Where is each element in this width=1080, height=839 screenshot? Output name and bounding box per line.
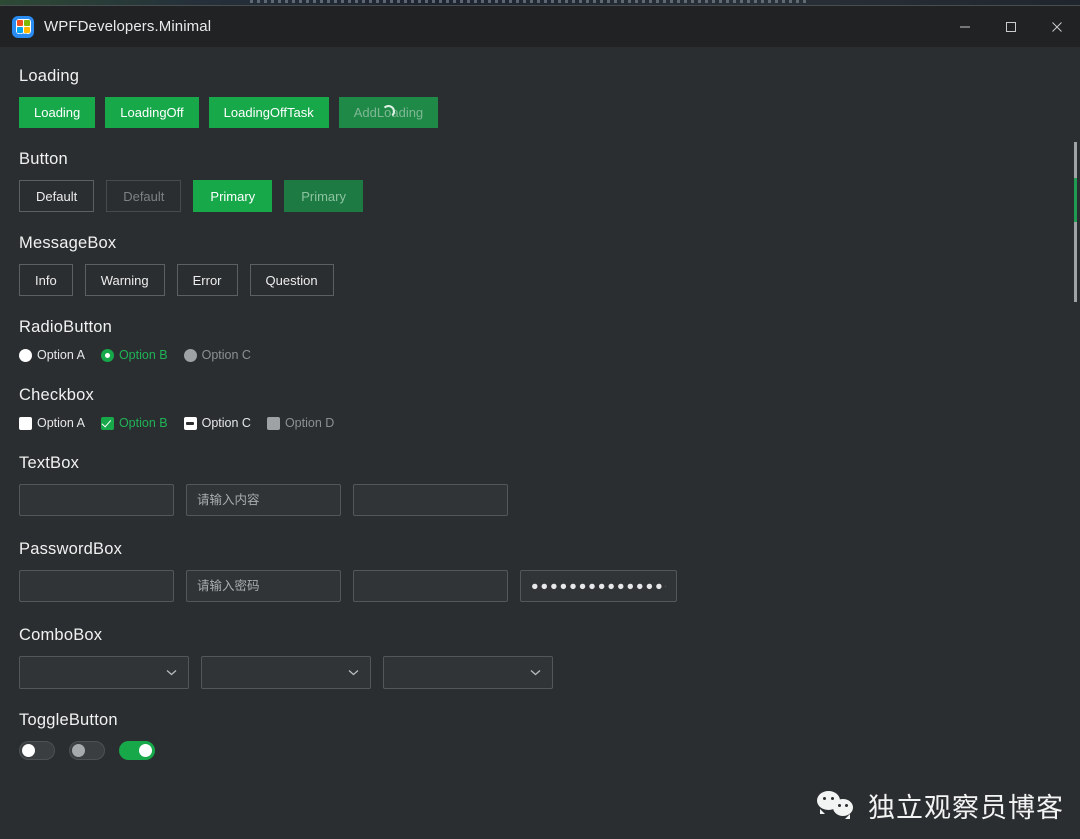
loading-button[interactable]: Loading: [19, 97, 96, 128]
toggle-knob: [139, 744, 152, 757]
default-button[interactable]: Default: [19, 180, 95, 212]
messagebox-button-row: Info Warning Error Question: [19, 264, 1080, 296]
section-title-messagebox: MessageBox: [19, 234, 117, 252]
textbox-2[interactable]: [186, 484, 341, 516]
combobox-3[interactable]: [383, 656, 553, 689]
loading-button-row: Loading LoadingOff LoadingOffTask AddLoa…: [19, 97, 1080, 128]
add-loading-button[interactable]: AddLoading: [338, 97, 439, 128]
toggle-on[interactable]: [119, 741, 155, 760]
checkbox-icon-disabled: [266, 416, 280, 430]
watermark-text: 独立观察员博客: [868, 793, 1064, 824]
button-row: Default Default Primary Primary: [19, 180, 1080, 212]
combobox-2[interactable]: [201, 656, 371, 689]
radio-icon-disabled: [183, 348, 197, 362]
textbox-1[interactable]: [19, 484, 174, 516]
section-passwordbox: PasswordBox: [19, 540, 1080, 602]
section-title-button: Button: [19, 150, 68, 168]
section-radiobutton: RadioButton Option A Option B Option C: [19, 318, 1080, 362]
combobox-1[interactable]: [19, 656, 189, 689]
section-messagebox: MessageBox Info Warning Error Question: [19, 234, 1080, 296]
section-togglebutton: ToggleButton: [19, 711, 1080, 760]
togglebutton-row: [19, 741, 1080, 760]
checkbox-option-c[interactable]: Option C: [183, 416, 251, 430]
toggle-knob: [72, 744, 85, 757]
passwordbox-2[interactable]: [186, 570, 341, 602]
radio-option-b-label: Option B: [118, 348, 168, 362]
section-title-checkbox: Checkbox: [19, 386, 94, 404]
section-title-togglebutton: ToggleButton: [19, 711, 118, 729]
radio-option-a[interactable]: Option A: [19, 348, 85, 362]
radio-option-c-label: Option C: [201, 348, 251, 362]
window-title: WPFDevelopers.Minimal: [44, 18, 212, 35]
textbox-row: [19, 484, 1080, 516]
toggle-off-disabled: [69, 741, 105, 760]
radio-option-b[interactable]: Option B: [100, 348, 168, 362]
checkbox-icon-checked: [100, 416, 114, 430]
maximize-icon[interactable]: [988, 6, 1034, 47]
section-title-combobox: ComboBox: [19, 626, 103, 644]
checkbox-option-d-label: Option D: [284, 416, 335, 430]
chevron-down-icon: [530, 670, 541, 676]
combobox-row: [19, 656, 1080, 689]
checkbox-row: Option A Option B Option C Option D: [19, 416, 1080, 430]
passwordbox-1[interactable]: [19, 570, 174, 602]
radio-icon-checked: [100, 348, 114, 362]
wechat-icon: [817, 790, 859, 821]
section-checkbox: Checkbox Option A Option B Option C Opti…: [19, 386, 1080, 430]
toggle-off[interactable]: [19, 741, 55, 760]
section-title-textbox: TextBox: [19, 454, 80, 472]
checkbox-option-b-label: Option B: [118, 416, 168, 430]
window-controls: [942, 6, 1080, 47]
clipped-next-section: [19, 833, 419, 839]
minimize-icon[interactable]: [942, 6, 988, 47]
textbox-3[interactable]: [353, 484, 508, 516]
radio-option-c: Option C: [183, 348, 251, 362]
section-combobox: ComboBox: [19, 626, 1080, 689]
title-bar[interactable]: WPF WPFDevelopers.Minimal: [0, 6, 1080, 47]
primary-button[interactable]: Primary: [193, 180, 273, 212]
section-loading: Loading Loading LoadingOff LoadingOffTas…: [19, 67, 1080, 128]
content-area: Loading Loading LoadingOff LoadingOffTas…: [0, 47, 1080, 839]
passwordbox-row: [19, 570, 1080, 602]
checkbox-option-d: Option D: [266, 416, 335, 430]
loading-off-task-button[interactable]: LoadingOffTask: [208, 97, 329, 128]
vertical-scrollbar[interactable]: [1073, 47, 1079, 839]
messagebox-info-button[interactable]: Info: [19, 264, 73, 296]
passwordbox-3[interactable]: [353, 570, 508, 602]
radiobutton-row: Option A Option B Option C: [19, 348, 1080, 362]
messagebox-error-button[interactable]: Error: [176, 264, 238, 296]
section-title-loading: Loading: [19, 67, 80, 85]
app-window: WPF WPFDevelopers.Minimal Loading Loadin…: [0, 5, 1080, 839]
watermark: 独立观察员博客: [817, 786, 1064, 825]
section-button: Button Default Default Primary Primary: [19, 150, 1080, 212]
close-icon[interactable]: [1034, 6, 1080, 47]
checkbox-option-c-label: Option C: [201, 416, 251, 430]
section-title-passwordbox: PasswordBox: [19, 540, 123, 558]
checkbox-icon-unchecked: [19, 416, 32, 430]
chevron-down-icon: [348, 670, 359, 676]
scrollbar-thumb[interactable]: [1074, 142, 1077, 302]
messagebox-question-button[interactable]: Question: [249, 264, 334, 296]
passwordbox-4[interactable]: [520, 570, 677, 602]
checkbox-icon-indeterminate: [183, 416, 197, 430]
checkbox-option-a[interactable]: Option A: [19, 416, 85, 430]
wpf-app-icon: WPF: [12, 15, 34, 38]
section-textbox: TextBox: [19, 454, 1080, 516]
checkbox-option-b[interactable]: Option B: [100, 416, 168, 430]
radio-icon-unchecked: [19, 348, 32, 362]
toggle-knob: [22, 744, 35, 757]
checkbox-option-a-label: Option A: [37, 416, 85, 430]
primary-button-disabled: Primary: [284, 180, 363, 212]
default-button-disabled: Default: [106, 180, 182, 212]
chevron-down-icon: [166, 670, 177, 676]
loading-off-button[interactable]: LoadingOff: [105, 97, 199, 128]
radio-option-a-label: Option A: [37, 348, 85, 362]
messagebox-warning-button[interactable]: Warning: [84, 264, 165, 296]
loading-spinner-icon: [382, 104, 396, 118]
scrollbar-thumb-highlight: [1074, 178, 1077, 222]
section-title-radiobutton: RadioButton: [19, 318, 113, 336]
